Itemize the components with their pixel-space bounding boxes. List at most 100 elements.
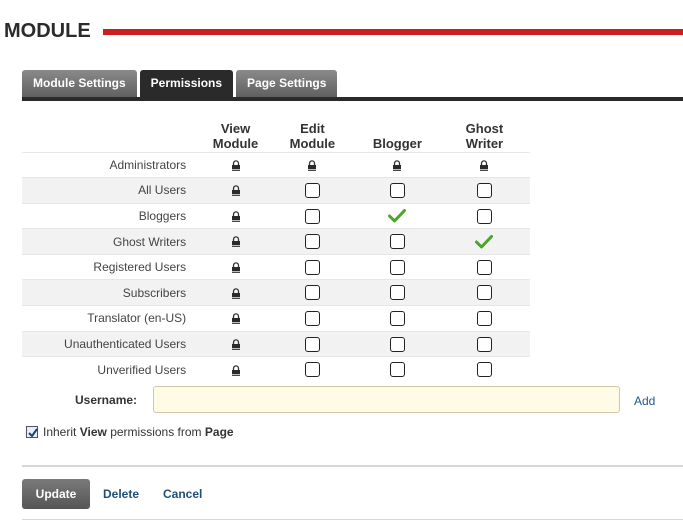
footer-divider-bottom: [22, 519, 683, 520]
permission-checkbox[interactable]: [389, 362, 405, 378]
column-header-line: View: [220, 120, 251, 136]
column-header-line: Writer: [465, 135, 504, 151]
column-header-ghost-writer: Ghost Writer: [439, 115, 530, 152]
permission-cell-blogger: [355, 279, 439, 306]
permission-row: Subscribers: [22, 279, 530, 306]
lock-icon: [231, 211, 240, 222]
permission-checkbox[interactable]: [389, 336, 405, 352]
role-column-header: [22, 115, 202, 152]
permission-checkbox[interactable]: [476, 311, 492, 327]
column-header-view-module: View Module: [202, 115, 269, 152]
permission-cell-edit: [268, 228, 356, 255]
role-name: Bloggers: [22, 202, 203, 229]
role-name: Translator (en-US): [22, 305, 203, 332]
inherit-text-middle: permissions from: [110, 425, 202, 439]
permissions-grid: View Module Edit Module Blogger Ghost Wr…: [22, 115, 530, 383]
permission-cell-ghost: [438, 279, 530, 306]
column-header-blogger: Blogger: [356, 115, 439, 152]
delete-link[interactable]: Delete: [103, 487, 139, 501]
permission-row: Ghost Writers: [22, 228, 530, 255]
permission-row: All Users: [22, 177, 530, 204]
permission-checkbox[interactable]: [304, 259, 320, 275]
permission-cell-view: [202, 228, 269, 255]
column-header-line: Blogger: [372, 135, 422, 151]
permission-checkbox[interactable]: [476, 259, 492, 275]
permission-checkbox[interactable]: [304, 285, 320, 301]
permission-checkbox[interactable]: [304, 208, 320, 224]
permission-cell-view: [202, 356, 269, 383]
tab-permissions[interactable]: Permissions: [139, 70, 234, 98]
permission-cell-ghost: [438, 356, 530, 383]
column-header-line: Edit: [300, 120, 325, 136]
lock-icon: [480, 159, 489, 171]
permission-row: Administrators: [22, 151, 530, 178]
green-check-icon[interactable]: [388, 209, 407, 223]
inherit-text-view: View: [79, 425, 107, 439]
permission-checkbox[interactable]: [389, 311, 405, 327]
permission-checkbox[interactable]: [304, 362, 320, 378]
permission-cell-ghost: [438, 151, 530, 178]
permission-cell-blogger: [355, 356, 439, 383]
permission-cell-view: [202, 253, 269, 280]
lock-icon: [231, 287, 240, 299]
role-name: Registered Users: [22, 253, 203, 280]
permission-row: Translator (en-US): [22, 305, 530, 332]
permission-cell-blogger: [355, 177, 439, 204]
permission-cell-edit: [268, 356, 356, 383]
permission-checkbox[interactable]: [304, 234, 320, 250]
permission-cell-ghost: [438, 177, 530, 204]
permission-cell-view: [202, 330, 269, 357]
permission-checkbox[interactable]: [476, 285, 492, 301]
permission-cell-view: [202, 305, 269, 332]
tab-page-settings[interactable]: Page Settings: [236, 70, 338, 98]
permission-checkbox[interactable]: [389, 285, 405, 301]
username-input[interactable]: [153, 386, 620, 413]
permission-checkbox[interactable]: [304, 311, 320, 327]
tab-module-settings[interactable]: Module Settings: [22, 70, 137, 98]
update-button[interactable]: Update: [22, 479, 90, 509]
lock-icon: [308, 159, 317, 171]
permission-cell-ghost: [438, 228, 530, 255]
lock-icon: [231, 339, 240, 350]
add-user-link[interactable]: Add: [634, 394, 655, 408]
column-header-line: Ghost: [465, 120, 504, 136]
role-name: Administrators: [22, 151, 203, 178]
permission-checkbox[interactable]: [476, 208, 492, 224]
permission-checkbox[interactable]: [304, 183, 320, 199]
inherit-permissions: Inherit View permissions from Page: [26, 425, 234, 439]
permission-checkbox[interactable]: [476, 362, 492, 378]
permission-cell-blogger: [355, 202, 439, 229]
permission-cell-ghost: [438, 330, 530, 357]
permissions-grid-header: View Module Edit Module Blogger Ghost Wr…: [22, 115, 530, 152]
permission-cell-edit: [268, 279, 356, 306]
permission-cell-ghost: [438, 253, 530, 280]
permission-checkbox[interactable]: [389, 259, 405, 275]
module-title-bar: [103, 29, 683, 35]
permission-cell-edit: [268, 305, 356, 332]
cancel-link[interactable]: Cancel: [163, 487, 202, 501]
lock-icon: [231, 236, 240, 248]
lock-icon: [231, 185, 240, 197]
inherit-text-page: Page: [204, 425, 234, 439]
permission-checkbox[interactable]: [389, 234, 405, 250]
role-name: Ghost Writers: [22, 228, 203, 255]
tab-strip: Module Settings Permissions Page Setting…: [22, 70, 340, 98]
role-name: All Users: [22, 177, 203, 204]
permission-row: Unauthenticated Users: [22, 330, 530, 357]
permission-checkbox[interactable]: [389, 183, 405, 199]
permission-cell-view: [202, 279, 269, 306]
permission-checkbox[interactable]: [476, 183, 492, 199]
permission-cell-blogger: [355, 228, 439, 255]
inherit-checkbox[interactable]: [26, 426, 38, 438]
permission-cell-blogger: [355, 305, 439, 332]
permission-cell-blogger: [355, 253, 439, 280]
column-header-edit-module: Edit Module: [269, 115, 356, 152]
permission-checkbox[interactable]: [476, 336, 492, 352]
lock-icon: [231, 364, 240, 376]
permission-checkbox[interactable]: [304, 336, 320, 352]
green-check-icon[interactable]: [475, 234, 494, 249]
module-title: MODULE: [4, 20, 91, 42]
permission-row: Registered Users: [22, 253, 530, 280]
inherit-text-prefix: Inherit: [43, 425, 77, 439]
role-name: Unauthenticated Users: [22, 330, 203, 357]
